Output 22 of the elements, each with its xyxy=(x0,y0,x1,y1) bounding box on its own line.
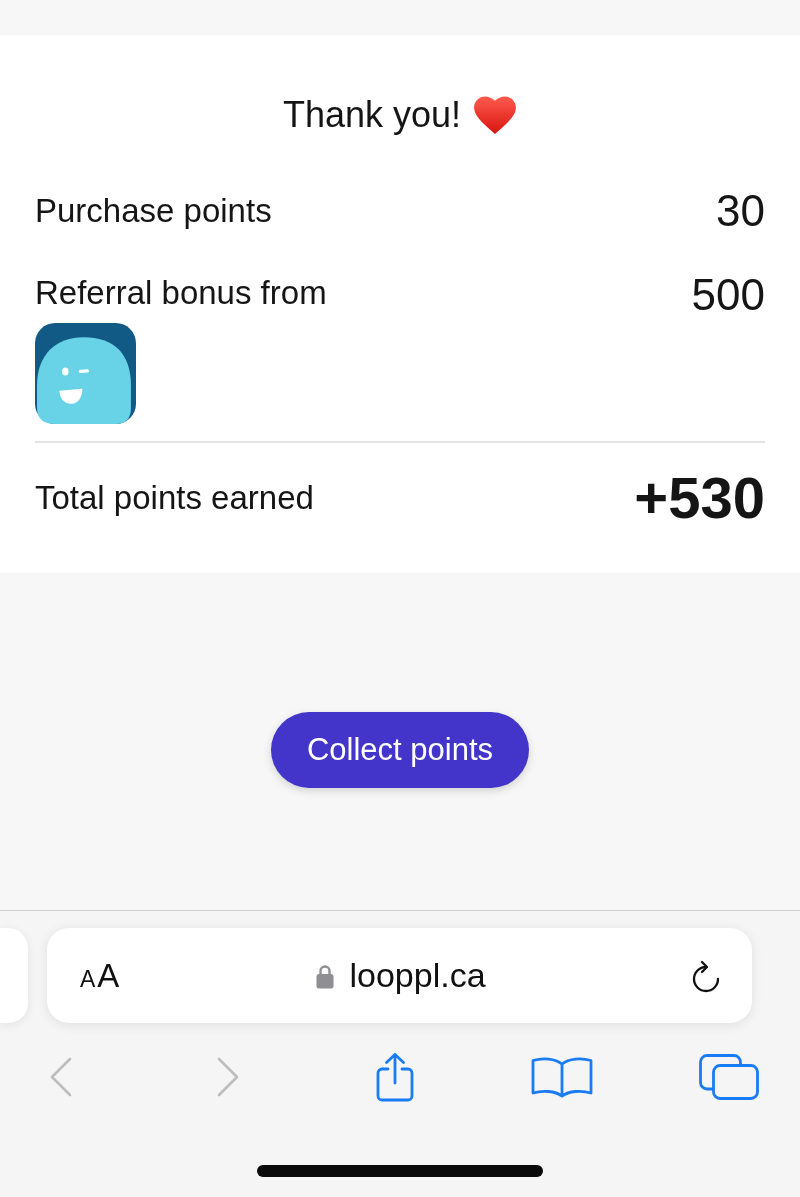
winking-face-icon xyxy=(35,323,136,424)
collect-points-button[interactable]: Collect points xyxy=(271,711,529,788)
open-book-icon xyxy=(531,1056,593,1098)
share-icon xyxy=(375,1052,415,1102)
points-value: 500 xyxy=(691,271,765,319)
points-value: 30 xyxy=(716,187,765,235)
back-chevron-icon xyxy=(49,1057,73,1097)
bookmarks-button[interactable] xyxy=(530,1056,594,1098)
lock-icon xyxy=(316,962,335,989)
tabs-button[interactable] xyxy=(697,1053,761,1101)
total-value: +530 xyxy=(634,465,765,531)
total-label: Total points earned xyxy=(35,478,314,518)
url-text[interactable]: looppl.ca xyxy=(349,956,486,995)
address-bar[interactable]: AA looppl.ca xyxy=(47,928,752,1023)
heart-icon xyxy=(473,95,518,135)
points-label: Purchase points xyxy=(35,191,272,231)
text-size-button[interactable]: AA xyxy=(80,956,120,995)
points-label: Referral bonus from xyxy=(35,273,327,313)
forward-chevron-icon xyxy=(216,1057,240,1097)
tabs-icon xyxy=(698,1053,760,1101)
reload-icon[interactable] xyxy=(690,958,722,993)
thank-you-title: Thank you! xyxy=(282,93,462,137)
